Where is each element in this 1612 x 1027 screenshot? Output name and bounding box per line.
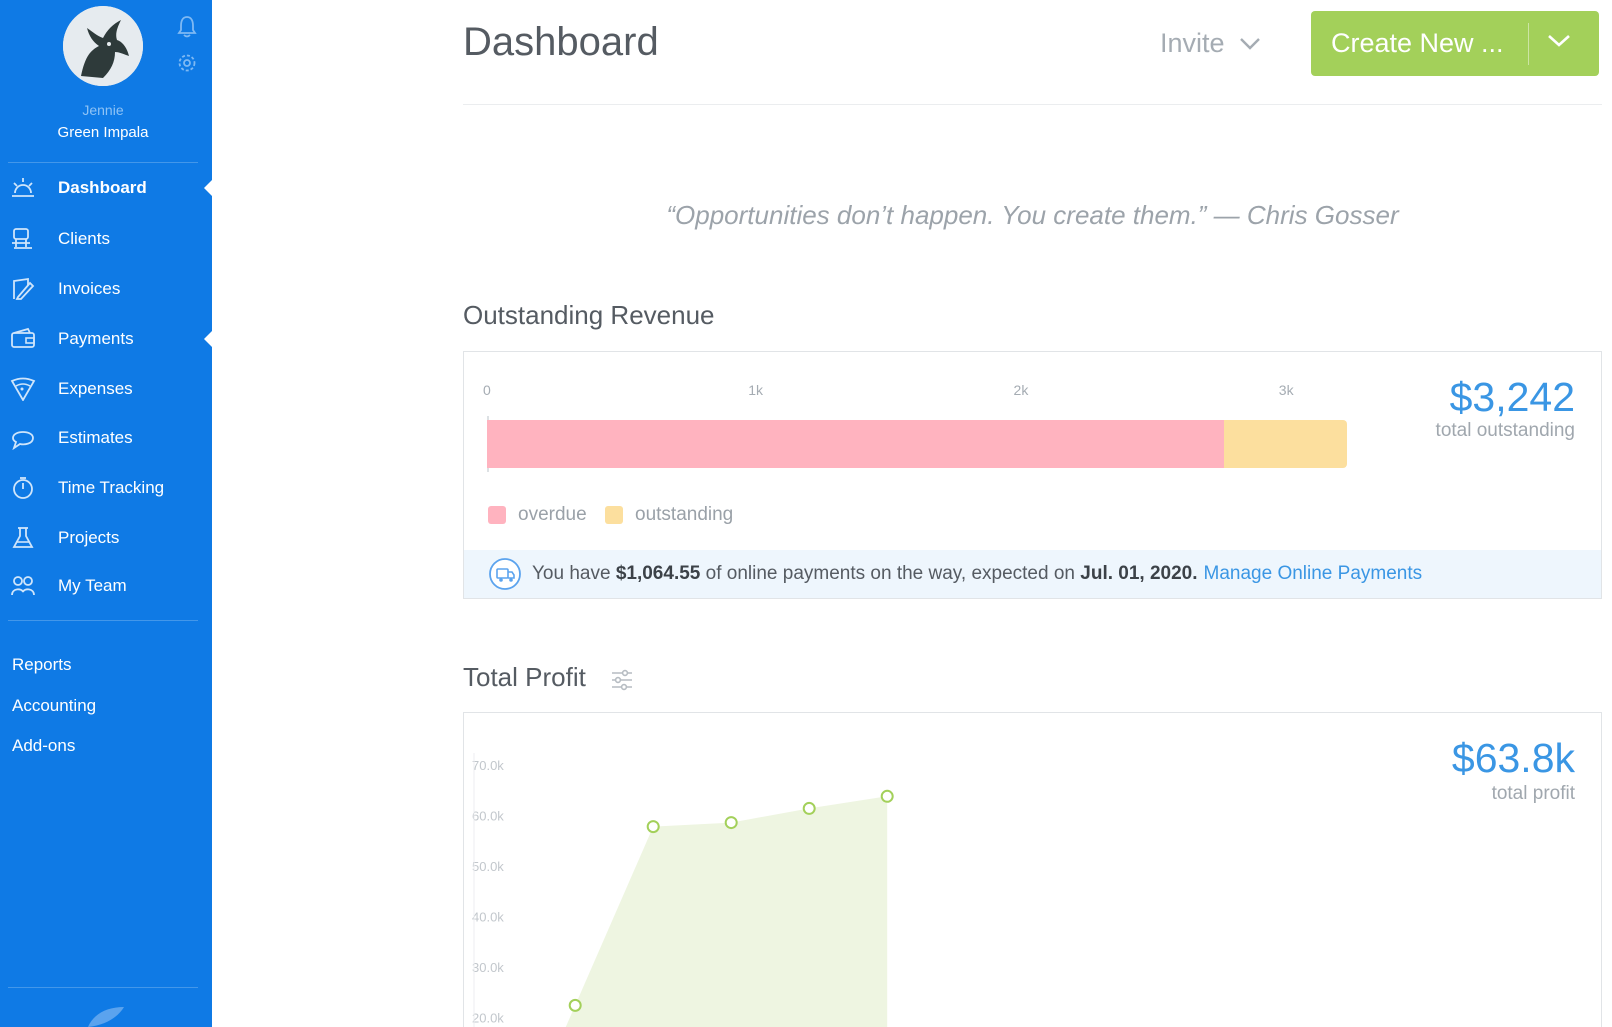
profit-data-point[interactable] xyxy=(880,789,894,803)
impala-avatar-icon xyxy=(63,6,143,86)
outstanding-revenue-title: Outstanding Revenue xyxy=(463,300,715,330)
notice-date: Jul. 01, 2020. xyxy=(1080,563,1198,584)
total-profit-label: total profit xyxy=(1491,783,1575,804)
profit-y-tick-label: 40.0k xyxy=(472,910,504,925)
profit-y-tick-label: 60.0k xyxy=(472,809,504,824)
revenue-tick-label: 0 xyxy=(483,382,491,398)
sidebar-item-my-team[interactable]: My Team xyxy=(0,564,212,608)
notice-amount: $1,064.55 xyxy=(615,563,701,584)
sidebar-item-projects[interactable]: Projects xyxy=(0,516,212,560)
legend-label: outstanding xyxy=(635,504,734,525)
sidebar-divider xyxy=(8,987,198,988)
sidebar-item-label: Invoices xyxy=(58,279,121,298)
active-indicator xyxy=(204,180,212,196)
sidebar-item-label: Dashboard xyxy=(58,178,147,197)
sidebar-item-dashboard[interactable]: Dashboard xyxy=(0,166,212,210)
sidebar-divider xyxy=(8,162,198,163)
revenue-tick-label: 2k xyxy=(1013,382,1029,398)
profit-area xyxy=(565,796,888,1027)
sidebar-item-label: Projects xyxy=(58,528,120,547)
bar-segment-overdue[interactable] xyxy=(487,420,1225,468)
team-icon xyxy=(11,576,35,596)
page-title: Dashboard xyxy=(463,20,659,64)
avatar[interactable] xyxy=(63,6,143,86)
wallet-icon xyxy=(11,327,35,348)
total-profit-amount: $63.8k xyxy=(1451,735,1575,781)
sidebar-item-estimates[interactable]: Estimates xyxy=(0,416,212,460)
freshbooks-leaf-icon xyxy=(88,1007,124,1027)
notice-middle: of online payments on the way, expected … xyxy=(705,563,1075,584)
sidebar-item-label: Expenses xyxy=(58,379,133,398)
invoice-icon xyxy=(13,277,35,300)
sidebar-item-label: Estimates xyxy=(58,428,133,447)
legend-outstanding: outstanding xyxy=(605,504,733,526)
sidebar-item-accounting[interactable]: Accounting xyxy=(12,696,96,716)
sun-icon xyxy=(12,178,34,197)
sidebar-item-invoices[interactable]: Invoices xyxy=(0,267,212,311)
sidebar-item-label: Clients xyxy=(58,229,110,248)
sidebar-item-expenses[interactable]: Expenses xyxy=(0,367,212,411)
sidebar-divider xyxy=(8,620,198,621)
profit-y-tick-label: 50.0k xyxy=(472,859,504,874)
sidebar-item-label: Time Tracking xyxy=(58,478,165,497)
sidebar-item-payments[interactable]: Payments xyxy=(0,317,212,361)
profit-chart: 70.0k 60.0k 50.0k 40.0k 30.0k 20.0k xyxy=(472,753,894,1027)
online-payments-notice: You have $1,064.55 of online payments on… xyxy=(464,550,1601,598)
profit-data-point[interactable] xyxy=(802,801,816,815)
create-new-label: Create New ... xyxy=(1331,28,1504,58)
invite-dropdown[interactable]: Invite xyxy=(1160,28,1261,59)
user-first-name: Jennie xyxy=(82,102,124,118)
revenue-tick-label: 1k xyxy=(748,382,764,398)
profit-data-point[interactable] xyxy=(646,820,660,834)
total-outstanding-amount: $3,242 xyxy=(1449,374,1575,420)
legend-swatch xyxy=(605,506,623,524)
outstanding-revenue-card: 0 1k 2k 3k overdue outstanding $3,242 total… xyxy=(463,351,1602,599)
clients-icon xyxy=(12,228,32,249)
flask-icon xyxy=(12,527,34,548)
chevron-down-icon[interactable] xyxy=(1547,33,1571,49)
legend-swatch xyxy=(488,506,506,524)
profit-data-point[interactable] xyxy=(724,816,738,830)
estimate-icon xyxy=(12,431,34,450)
bell-icon[interactable] xyxy=(176,14,198,38)
revenue-tick-label: 3k xyxy=(1278,382,1294,398)
sidebar-item-label: Payments xyxy=(58,329,134,348)
payment-truck-icon xyxy=(489,558,521,590)
sidebar-item-time-tracking[interactable]: Time Tracking xyxy=(0,466,212,510)
bar-segment-outstanding[interactable] xyxy=(1224,420,1347,468)
sidebar-item-reports[interactable]: Reports xyxy=(12,655,72,675)
invite-label: Invite xyxy=(1160,28,1225,58)
profit-y-tick-label: 70.0k xyxy=(472,758,504,773)
total-profit-title: Total Profit xyxy=(463,662,586,692)
sidebar-item-add-ons[interactable]: Add-ons xyxy=(12,736,75,756)
stopwatch-icon xyxy=(13,477,33,499)
sidebar-item-label: My Team xyxy=(58,576,127,595)
profit-y-tick-label: 20.0k xyxy=(472,1011,504,1026)
sliders-icon[interactable] xyxy=(610,668,634,692)
legend-label: overdue xyxy=(518,504,587,525)
profit-y-tick-label: 30.0k xyxy=(472,960,504,975)
total-outstanding-label: total outstanding xyxy=(1435,420,1575,441)
header-divider xyxy=(463,104,1602,105)
sidebar-item-clients[interactable]: Clients xyxy=(0,217,212,261)
total-profit-card: 70.0k 60.0k 50.0k 40.0k 30.0k 20.0k $63.8k to… xyxy=(463,712,1602,1027)
user-company: Green Impala xyxy=(57,124,149,141)
gear-icon[interactable] xyxy=(176,52,198,74)
sidebar: Jennie Green Impala Dashboard Clients In… xyxy=(0,0,212,1027)
button-separator xyxy=(1528,23,1529,65)
inspirational-quote: “Opportunities don’t happen. You create … xyxy=(666,200,1399,230)
chevron-down-icon xyxy=(1239,37,1260,50)
expenses-icon xyxy=(10,377,36,401)
manage-online-payments-link[interactable]: Manage Online Payments xyxy=(1204,563,1423,585)
legend-overdue: overdue xyxy=(488,504,587,526)
create-new-button[interactable]: Create New ... xyxy=(1311,11,1599,76)
hover-indicator xyxy=(204,331,212,347)
profit-data-point[interactable] xyxy=(568,998,582,1012)
notice-prefix: You have xyxy=(532,563,611,584)
